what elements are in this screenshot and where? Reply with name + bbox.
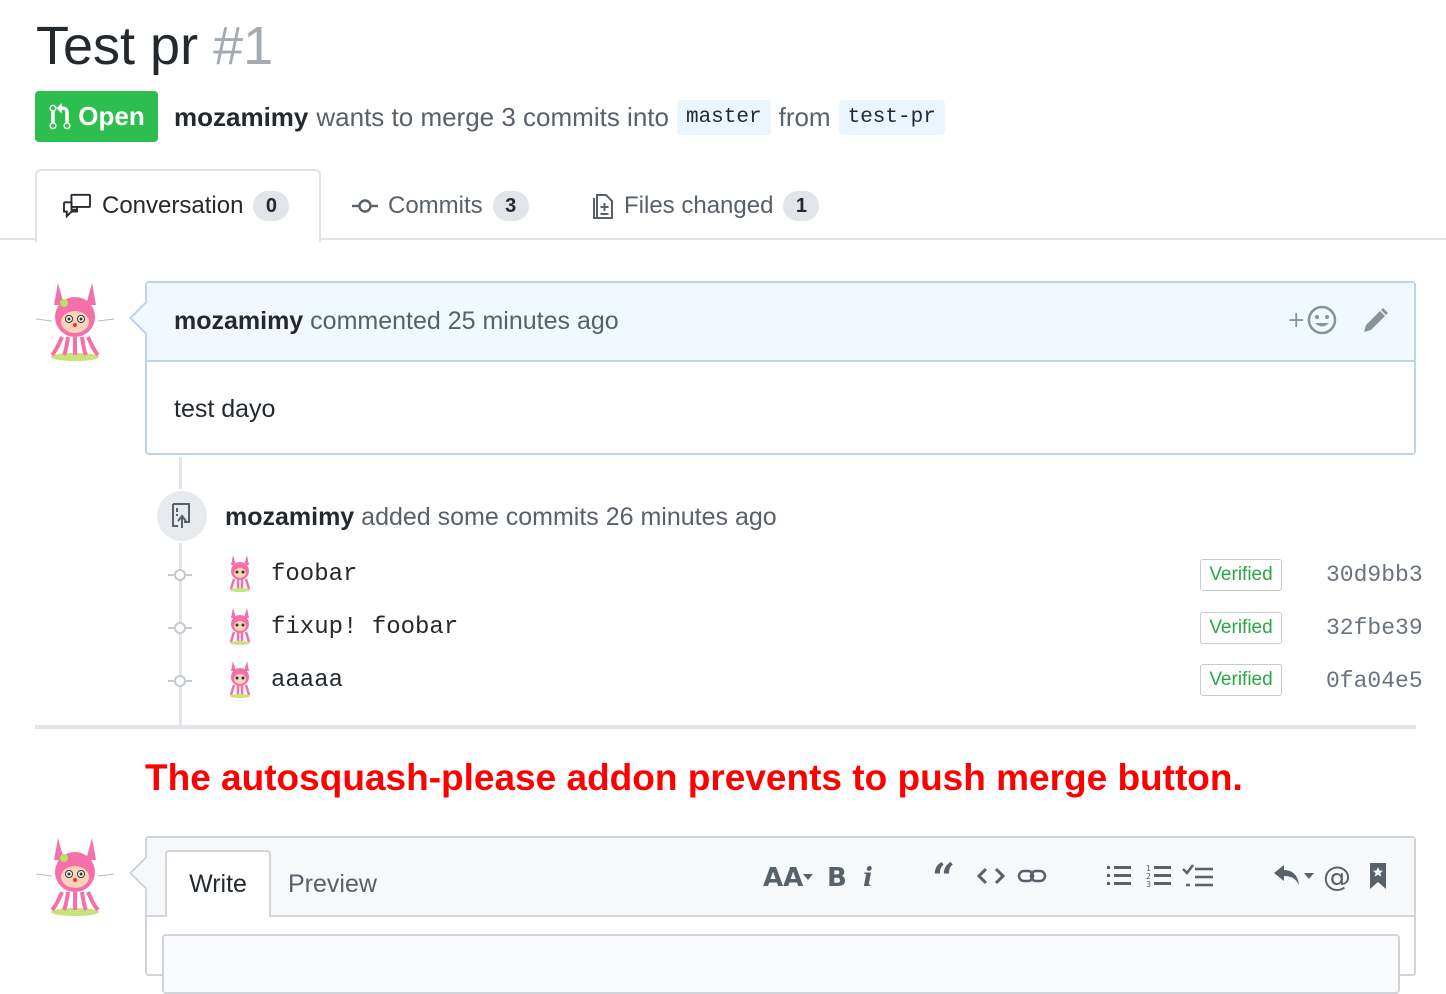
avatar[interactable]: [34, 279, 116, 361]
svg-text:3: 3: [1146, 880, 1151, 889]
timeline-separator: [35, 725, 1416, 729]
pr-from-text: from: [778, 101, 831, 132]
code-icon[interactable]: [977, 858, 1005, 894]
commit-sha[interactable]: 30d9bb3: [1326, 559, 1423, 591]
pr-title: Test pr #1: [36, 14, 273, 78]
commit-sha[interactable]: 32fbe39: [1326, 612, 1423, 644]
tab-commits-count: 3: [492, 191, 529, 221]
reply-icon[interactable]: [1272, 858, 1316, 894]
pr-merge-text: wants to merge 3 commits into: [316, 101, 669, 132]
tab-files-count: 1: [783, 191, 820, 221]
link-icon[interactable]: [1017, 858, 1047, 894]
svg-text:AA: AA: [763, 863, 803, 890]
pr-number: #1: [213, 16, 274, 76]
tab-files-changed[interactable]: Files changed 1: [592, 186, 820, 226]
tab-conversation-label: Conversation: [102, 192, 244, 219]
tab-conversation[interactable]: Conversation 0: [62, 186, 290, 226]
tab-files-label: Files changed: [624, 192, 774, 219]
commit-sha[interactable]: 0fa04e5: [1326, 665, 1423, 697]
commit-dot-icon: [168, 622, 192, 634]
base-branch[interactable]: master: [676, 99, 771, 135]
svg-text:“: “: [932, 862, 955, 890]
mention-icon[interactable]: @: [1323, 858, 1353, 894]
verified-badge[interactable]: Verified: [1200, 664, 1282, 696]
tab-commits[interactable]: Commits 3: [352, 186, 529, 226]
git-pull-request-icon: [49, 102, 71, 129]
pr-state-label: Open: [78, 101, 145, 131]
commit-message[interactable]: aaaaa: [271, 665, 343, 697]
svg-text:+: +: [1287, 308, 1305, 333]
svg-text:@: @: [1323, 861, 1351, 891]
commit-avatar[interactable]: [225, 660, 255, 698]
svg-text:B: B: [827, 863, 847, 890]
comment-body: test dayo: [174, 395, 276, 423]
commit-avatar[interactable]: [225, 607, 255, 645]
avatar[interactable]: [34, 834, 116, 916]
commits-event-header: mozamimy added some commits 26 minutes a…: [225, 500, 777, 534]
pr-meta: mozamimy wants to merge 3 commits into m…: [174, 96, 945, 138]
verified-badge[interactable]: Verified: [1200, 612, 1282, 644]
tab-write[interactable]: Write: [165, 850, 271, 917]
ordered-list-icon[interactable]: 123: [1146, 858, 1172, 894]
pencil-icon[interactable]: [1360, 306, 1390, 336]
repo-push-icon: [172, 503, 190, 528]
annotation-text: The autosquash-please addon prevents to …: [145, 757, 1243, 798]
unordered-list-icon[interactable]: [1106, 858, 1132, 894]
tab-conversation-count: 0: [253, 191, 290, 221]
commits-event-author[interactable]: mozamimy: [225, 503, 354, 531]
commit-message[interactable]: foobar: [271, 559, 357, 591]
comment-action: commented 25 minutes ago: [310, 307, 619, 335]
bold-icon[interactable]: B: [824, 858, 848, 894]
timeline-badge: [155, 489, 209, 543]
head-branch[interactable]: test-pr: [838, 99, 945, 135]
italic-icon[interactable]: i: [860, 858, 878, 894]
comment-textarea[interactable]: [162, 934, 1400, 994]
quote-icon[interactable]: “: [932, 858, 962, 894]
add-reaction-icon[interactable]: +: [1287, 304, 1339, 336]
tab-commits-label: Commits: [388, 192, 483, 219]
git-commit-icon: [352, 199, 378, 213]
pr-author-link[interactable]: mozamimy: [174, 102, 308, 133]
tab-preview[interactable]: Preview: [288, 862, 377, 906]
commits-event-action: added some commits 26 minutes ago: [361, 503, 777, 531]
pr-state-badge: Open: [35, 91, 158, 142]
text-size-icon[interactable]: AA: [762, 858, 814, 894]
svg-text:i: i: [863, 863, 873, 890]
commit-message[interactable]: fixup! foobar: [271, 612, 458, 644]
comment-discussion-icon: [63, 193, 91, 219]
diff-icon: [593, 194, 613, 219]
verified-badge[interactable]: Verified: [1200, 559, 1282, 591]
commit-dot-icon: [168, 569, 192, 581]
bookmark-icon[interactable]: [1367, 858, 1389, 894]
task-list-icon[interactable]: [1182, 858, 1214, 894]
comment-author[interactable]: mozamimy: [174, 307, 303, 335]
comment-meta: mozamimy commented 25 minutes ago: [174, 304, 619, 338]
pr-title-text: Test pr: [36, 16, 199, 76]
commit-dot-icon: [168, 675, 192, 687]
commit-avatar[interactable]: [225, 554, 255, 592]
